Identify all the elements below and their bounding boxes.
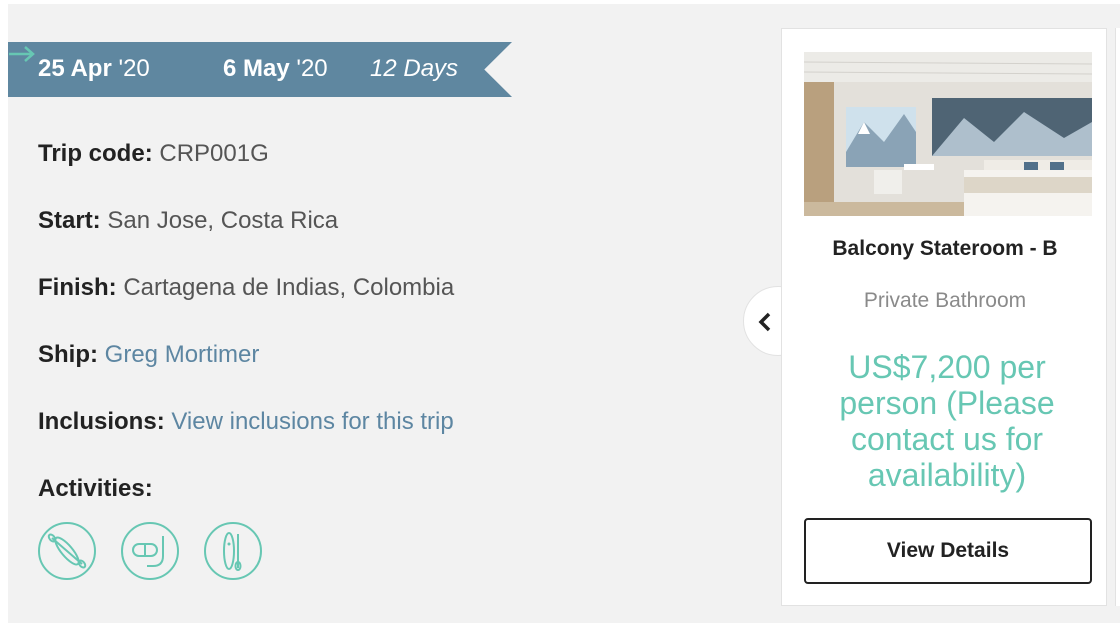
trip-code-row: Trip code: CRP001G [38,140,269,168]
start-date: 25 Apr '20 [38,55,150,82]
start-value: San Jose, Costa Rica [107,207,339,234]
activities-row: Activities: [38,475,153,503]
cabin-title: Balcony Stateroom - B [832,237,1058,260]
trip-code-value: CRP001G [159,140,269,167]
start-row: Start: San Jose, Costa Rica [38,207,338,235]
finish-row: Finish: Cartagena de Indias, Colombia [38,274,454,302]
snorkel-icon [121,522,179,580]
trip-code-label: Trip code: [38,140,153,167]
activities-label: Activities: [38,475,153,502]
cabin-card: Balcony Stateroom - B Private Bathroom U… [781,28,1107,606]
cabin-subtitle: Private Bathroom [863,289,1027,312]
ship-row: Ship: Greg Mortimer [38,341,259,369]
date-ribbon: 25 Apr '20 6 May '20 12 Days [8,42,512,97]
inclusions-link[interactable]: View inclusions for this trip [171,408,453,435]
next-card-edge [1115,28,1120,606]
finish-value: Cartagena de Indias, Colombia [123,274,455,301]
arrow-right-icon [9,46,35,62]
finish-label: Finish: [38,274,117,301]
ship-label: Ship: [38,341,98,368]
start-label: Start: [38,207,101,234]
ship-link[interactable]: Greg Mortimer [105,341,260,368]
paddleboard-icon [204,522,262,580]
inclusions-label: Inclusions: [38,408,165,435]
view-details-button[interactable]: View Details [804,518,1092,584]
cabin-price: US$7,200 per person (Please contact us f… [839,349,1055,493]
inclusions-row: Inclusions: View inclusions for this tri… [38,408,454,436]
trip-duration: 12 Days [370,55,459,82]
chevron-left-icon [758,312,771,332]
end-date: 6 May '20 [223,55,328,82]
cabin-photo [804,52,1092,216]
kayak-icon [38,522,96,580]
